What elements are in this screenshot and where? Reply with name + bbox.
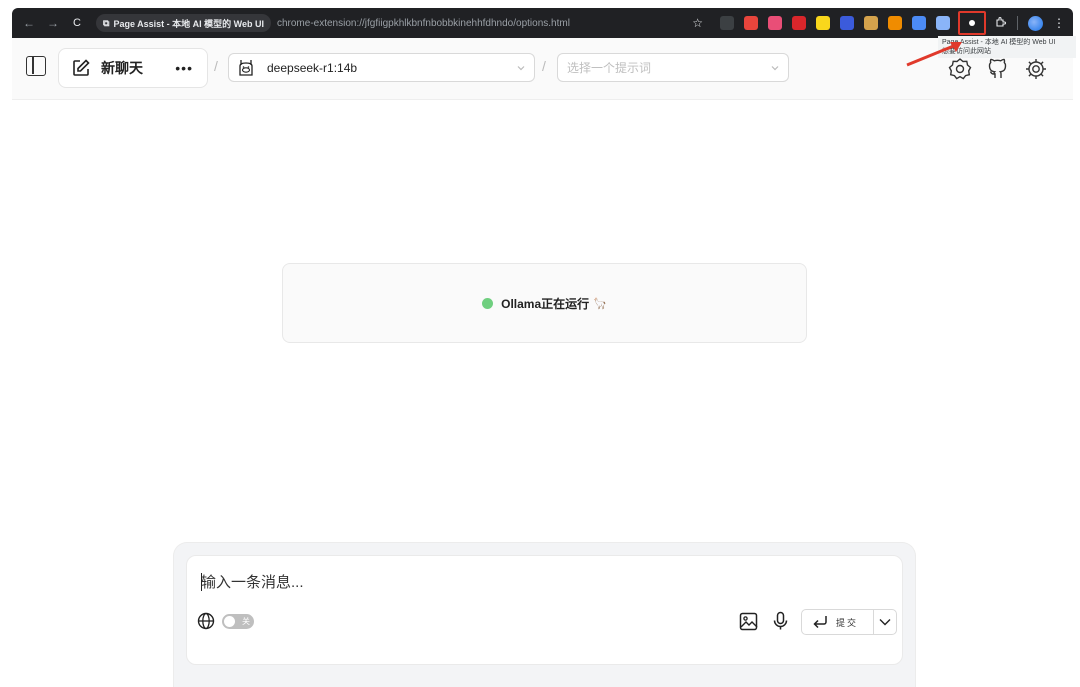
model-select[interactable]: deepseek-r1:14b [228, 53, 535, 82]
sidebar-toggle-icon[interactable] [26, 56, 46, 76]
status-text: Ollama正在运行 [501, 296, 590, 311]
toggle-knob [224, 616, 235, 627]
composer-box: 关 提交 [186, 555, 903, 665]
address-bar[interactable]: chrome-extension://jfgfiigpkhlkbnfnbobbk… [277, 18, 570, 29]
status-dot [482, 297, 494, 309]
message-input[interactable] [201, 574, 701, 591]
abp-ext-icon[interactable] [792, 16, 806, 30]
window-ext-icon[interactable] [912, 16, 926, 30]
submit-divider [873, 610, 874, 634]
toolbar-divider [1017, 16, 1018, 30]
back-button[interactable]: ← [20, 16, 38, 30]
forward-button[interactable]: → [44, 16, 62, 30]
more-options-button[interactable]: ••• [175, 60, 193, 76]
browser-menu-button[interactable]: ⋮ [1053, 16, 1065, 30]
flame-ext-icon[interactable] [888, 16, 902, 30]
github-icon[interactable] [986, 57, 1010, 81]
submit-button[interactable]: 提交 [836, 616, 858, 629]
site-chip-title: Page Assist - 本地 AI 模型的 Web UI [113, 18, 264, 29]
ollama-status-card: Ollama正在运行 🦙 [282, 263, 807, 343]
red-arrow-annotation [906, 42, 962, 67]
red-ext-icon[interactable] [744, 16, 758, 30]
microphone-icon[interactable] [772, 611, 789, 631]
edit-pen-icon[interactable] [71, 58, 91, 78]
reload-button[interactable]: C [68, 17, 86, 29]
moon-ext-icon[interactable] [816, 16, 830, 30]
prompt-placeholder: 选择一个提示词 [567, 61, 652, 75]
puzzle-icon [996, 16, 1007, 27]
hi-ext-icon[interactable] [720, 16, 734, 30]
chevron-down-icon[interactable] [878, 616, 892, 628]
profile-avatar[interactable] [1028, 15, 1043, 31]
web-search-toggle[interactable]: 关 [222, 614, 254, 629]
diamond-ext-icon[interactable] [840, 16, 854, 30]
new-chat-button[interactable]: 新聊天 [101, 58, 143, 78]
translate-ext-icon[interactable] [936, 16, 950, 30]
breadcrumb-separator: / [542, 58, 546, 74]
breadcrumb-separator: / [214, 58, 218, 74]
model-name: deepseek-r1:14b [267, 60, 358, 75]
settings-gear-icon[interactable] [1024, 57, 1048, 81]
cookie-ext-icon[interactable] [864, 16, 878, 30]
image-upload-icon[interactable] [739, 612, 758, 631]
pink-ext-icon[interactable] [768, 16, 782, 30]
extensions-menu-button[interactable] [995, 16, 1007, 31]
page-assist-extension-button[interactable] [958, 11, 986, 35]
enter-key-icon[interactable] [812, 615, 828, 629]
page-assist-dot-icon [969, 20, 975, 26]
chevron-down-icon [771, 65, 779, 70]
llama-emoji-icon: 🦙 [593, 297, 607, 310]
globe-icon[interactable] [197, 612, 215, 630]
puzzle-icon: ⧉ [103, 17, 110, 28]
toggle-label: 关 [242, 617, 250, 626]
new-chat-bar: 新聊天 ••• [58, 48, 208, 88]
site-chip[interactable]: ⧉ Page Assist - 本地 AI 模型的 Web UI [96, 14, 271, 32]
chevron-down-icon [517, 65, 525, 70]
llama-icon [239, 59, 253, 76]
browser-toolbar: ← → C ⧉ Page Assist - 本地 AI 模型的 Web UI c… [12, 8, 1073, 38]
extension-bar [715, 16, 955, 30]
composer-container: 关 提交 [173, 542, 916, 687]
prompt-select[interactable]: 选择一个提示词 [557, 53, 789, 82]
bookmark-star-button[interactable]: ☆ [692, 16, 703, 30]
submit-button-group: 提交 [801, 609, 897, 635]
